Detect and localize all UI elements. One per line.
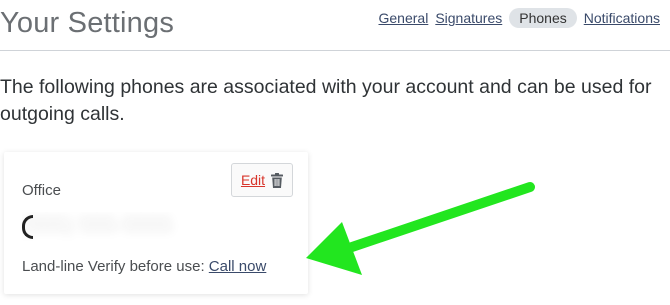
arrow-icon [306, 182, 535, 275]
